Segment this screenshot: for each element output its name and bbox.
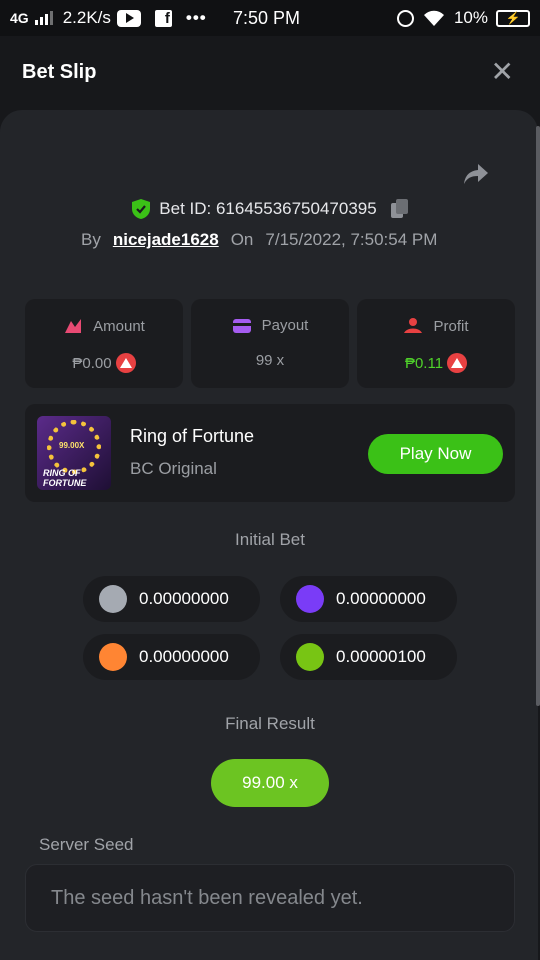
game-card: 99.00X RING OF FORTUNE Ring of Fortune B… <box>25 404 515 502</box>
stat-payout: Payout 99 x <box>191 299 349 388</box>
thumbnail-multiplier: 99.00X <box>59 441 85 450</box>
game-thumbnail[interactable]: 99.00X RING OF FORTUNE <box>37 416 111 490</box>
on-label: On <box>230 230 254 249</box>
stat-value: ₱0.00 <box>72 354 112 372</box>
stat-label: Profit <box>433 317 469 335</box>
orange-coin-icon <box>99 643 127 671</box>
thumbnail-title: RING OF FORTUNE <box>43 468 87 488</box>
bet-datetime: 7/15/2022, 7:50:54 PM <box>265 230 438 249</box>
initial-bet-grid: 0.00000000 0.00000000 0.00000000 0.00000… <box>83 576 457 680</box>
stat-profit: Profit ₱0.11 <box>357 299 515 388</box>
initial-bet-label: Initial Bet <box>235 530 305 549</box>
bet-option-value: 0.00000000 <box>139 647 229 666</box>
battery-percent: 10% <box>453 8 488 27</box>
play-now-button[interactable]: Play Now <box>368 434 503 474</box>
bet-byline: By nicejade1628 On 7/15/2022, 7:50:54 PM <box>81 230 437 250</box>
bet-option: 0.00000000 <box>83 576 260 622</box>
facebook-icon: f <box>154 9 172 27</box>
stat-value: 99 x <box>255 352 285 369</box>
stat-label: Payout <box>261 317 309 334</box>
stat-amount: Amount ₱0.00 <box>25 299 183 388</box>
share-icon[interactable] <box>462 162 490 186</box>
purple-coin-icon <box>296 585 324 613</box>
game-subtitle: BC Original <box>130 459 217 478</box>
wifi-icon <box>423 10 444 26</box>
by-label: By <box>81 230 101 249</box>
bet-option: 0.00000100 <box>280 634 457 680</box>
alarm-icon <box>396 9 414 27</box>
more-notifications-icon: ••• <box>185 8 207 27</box>
bet-id: Bet ID: 61645536750470395 <box>159 199 377 218</box>
final-result-badge: 99.00 x <box>211 759 329 807</box>
network-type: 4G <box>10 10 29 26</box>
profit-icon <box>404 318 423 333</box>
battery-charging-icon: ⚡ <box>496 9 530 27</box>
bet-id-row: Bet ID: 61645536750470395 <box>0 198 540 220</box>
payout-icon <box>232 318 251 333</box>
bet-option-value: 0.00000000 <box>336 589 426 608</box>
network-speed: 2.2K/s <box>62 8 111 27</box>
bet-stats: Amount ₱0.00 Payout 99 x Profit ₱0.11 <box>25 299 515 388</box>
stat-label: Amount <box>93 317 145 335</box>
final-result-label: Final Result <box>225 714 315 733</box>
avax-coin-icon <box>115 353 136 373</box>
copy-icon[interactable] <box>390 199 409 219</box>
server-seed-label: Server Seed <box>39 835 134 854</box>
amount-icon <box>65 319 82 333</box>
page-title: Bet Slip <box>22 61 97 83</box>
gray-coin-icon <box>99 585 127 613</box>
close-icon[interactable]: ✕ <box>491 58 514 86</box>
status-bar: 4G 2.2K/s f ••• 7:50 PM 10% ⚡ <box>0 0 540 36</box>
bet-option-value: 0.00000100 <box>336 647 426 666</box>
green-coin-icon <box>296 643 324 671</box>
stat-value: ₱0.11 <box>404 354 444 372</box>
avax-coin-icon <box>447 353 468 373</box>
server-seed-field[interactable]: The seed hasn't been revealed yet. <box>25 864 515 932</box>
game-name: Ring of Fortune <box>130 426 255 446</box>
youtube-icon <box>116 9 141 27</box>
bet-option: 0.00000000 <box>280 576 457 622</box>
username-link[interactable]: nicejade1628 <box>113 230 219 250</box>
bet-option-value: 0.00000000 <box>139 589 229 608</box>
clock: 7:50 PM <box>233 8 301 28</box>
signal-icon <box>34 11 53 25</box>
bet-option: 0.00000000 <box>83 634 260 680</box>
header: Bet Slip ✕ <box>0 36 540 110</box>
verified-shield-icon <box>132 199 151 219</box>
